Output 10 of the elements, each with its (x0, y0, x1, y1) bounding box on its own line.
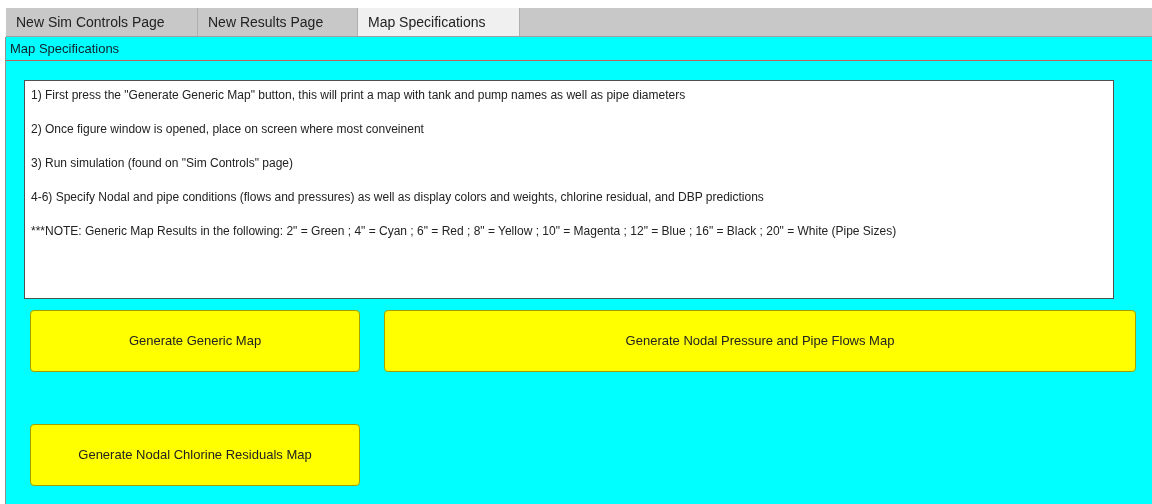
panel-title: Map Specifications (6, 37, 1152, 61)
instruction-text: 1) First press the "Generate Generic Map" button, this will print a map with tank and pump names as well as pipe diameters (31, 87, 687, 104)
tab[interactable]: Map Specifications (358, 8, 520, 36)
instruction-text: ***NOTE: Generic Map Results in the following: 2" = Green ; 4" = Cyan ; 6" = Red ; 8" = Yellow ; 10" = Magenta ; 12" = Blue ; 16" = Black ; 20" = White (Pipe Sizes) (31, 223, 898, 240)
instruction-text: 3) Run simulation (found on "Sim Controls" page) (31, 155, 294, 172)
instruction-text: 2) Once figure window is opened, place on screen where most conveinent (31, 121, 425, 138)
map-button[interactable]: Generate Nodal Pressure and Pipe Flows Map (384, 310, 1136, 372)
map-button[interactable]: Generate Generic Map (30, 310, 360, 372)
map-button[interactable]: Generate Nodal Chlorine Residuals Map (30, 424, 360, 486)
instruction-text: 4-6) Specify Nodal and pipe conditions (flows and pressures) as well as display colors and weights, chlorine residual, and DBP predictions (31, 189, 765, 206)
